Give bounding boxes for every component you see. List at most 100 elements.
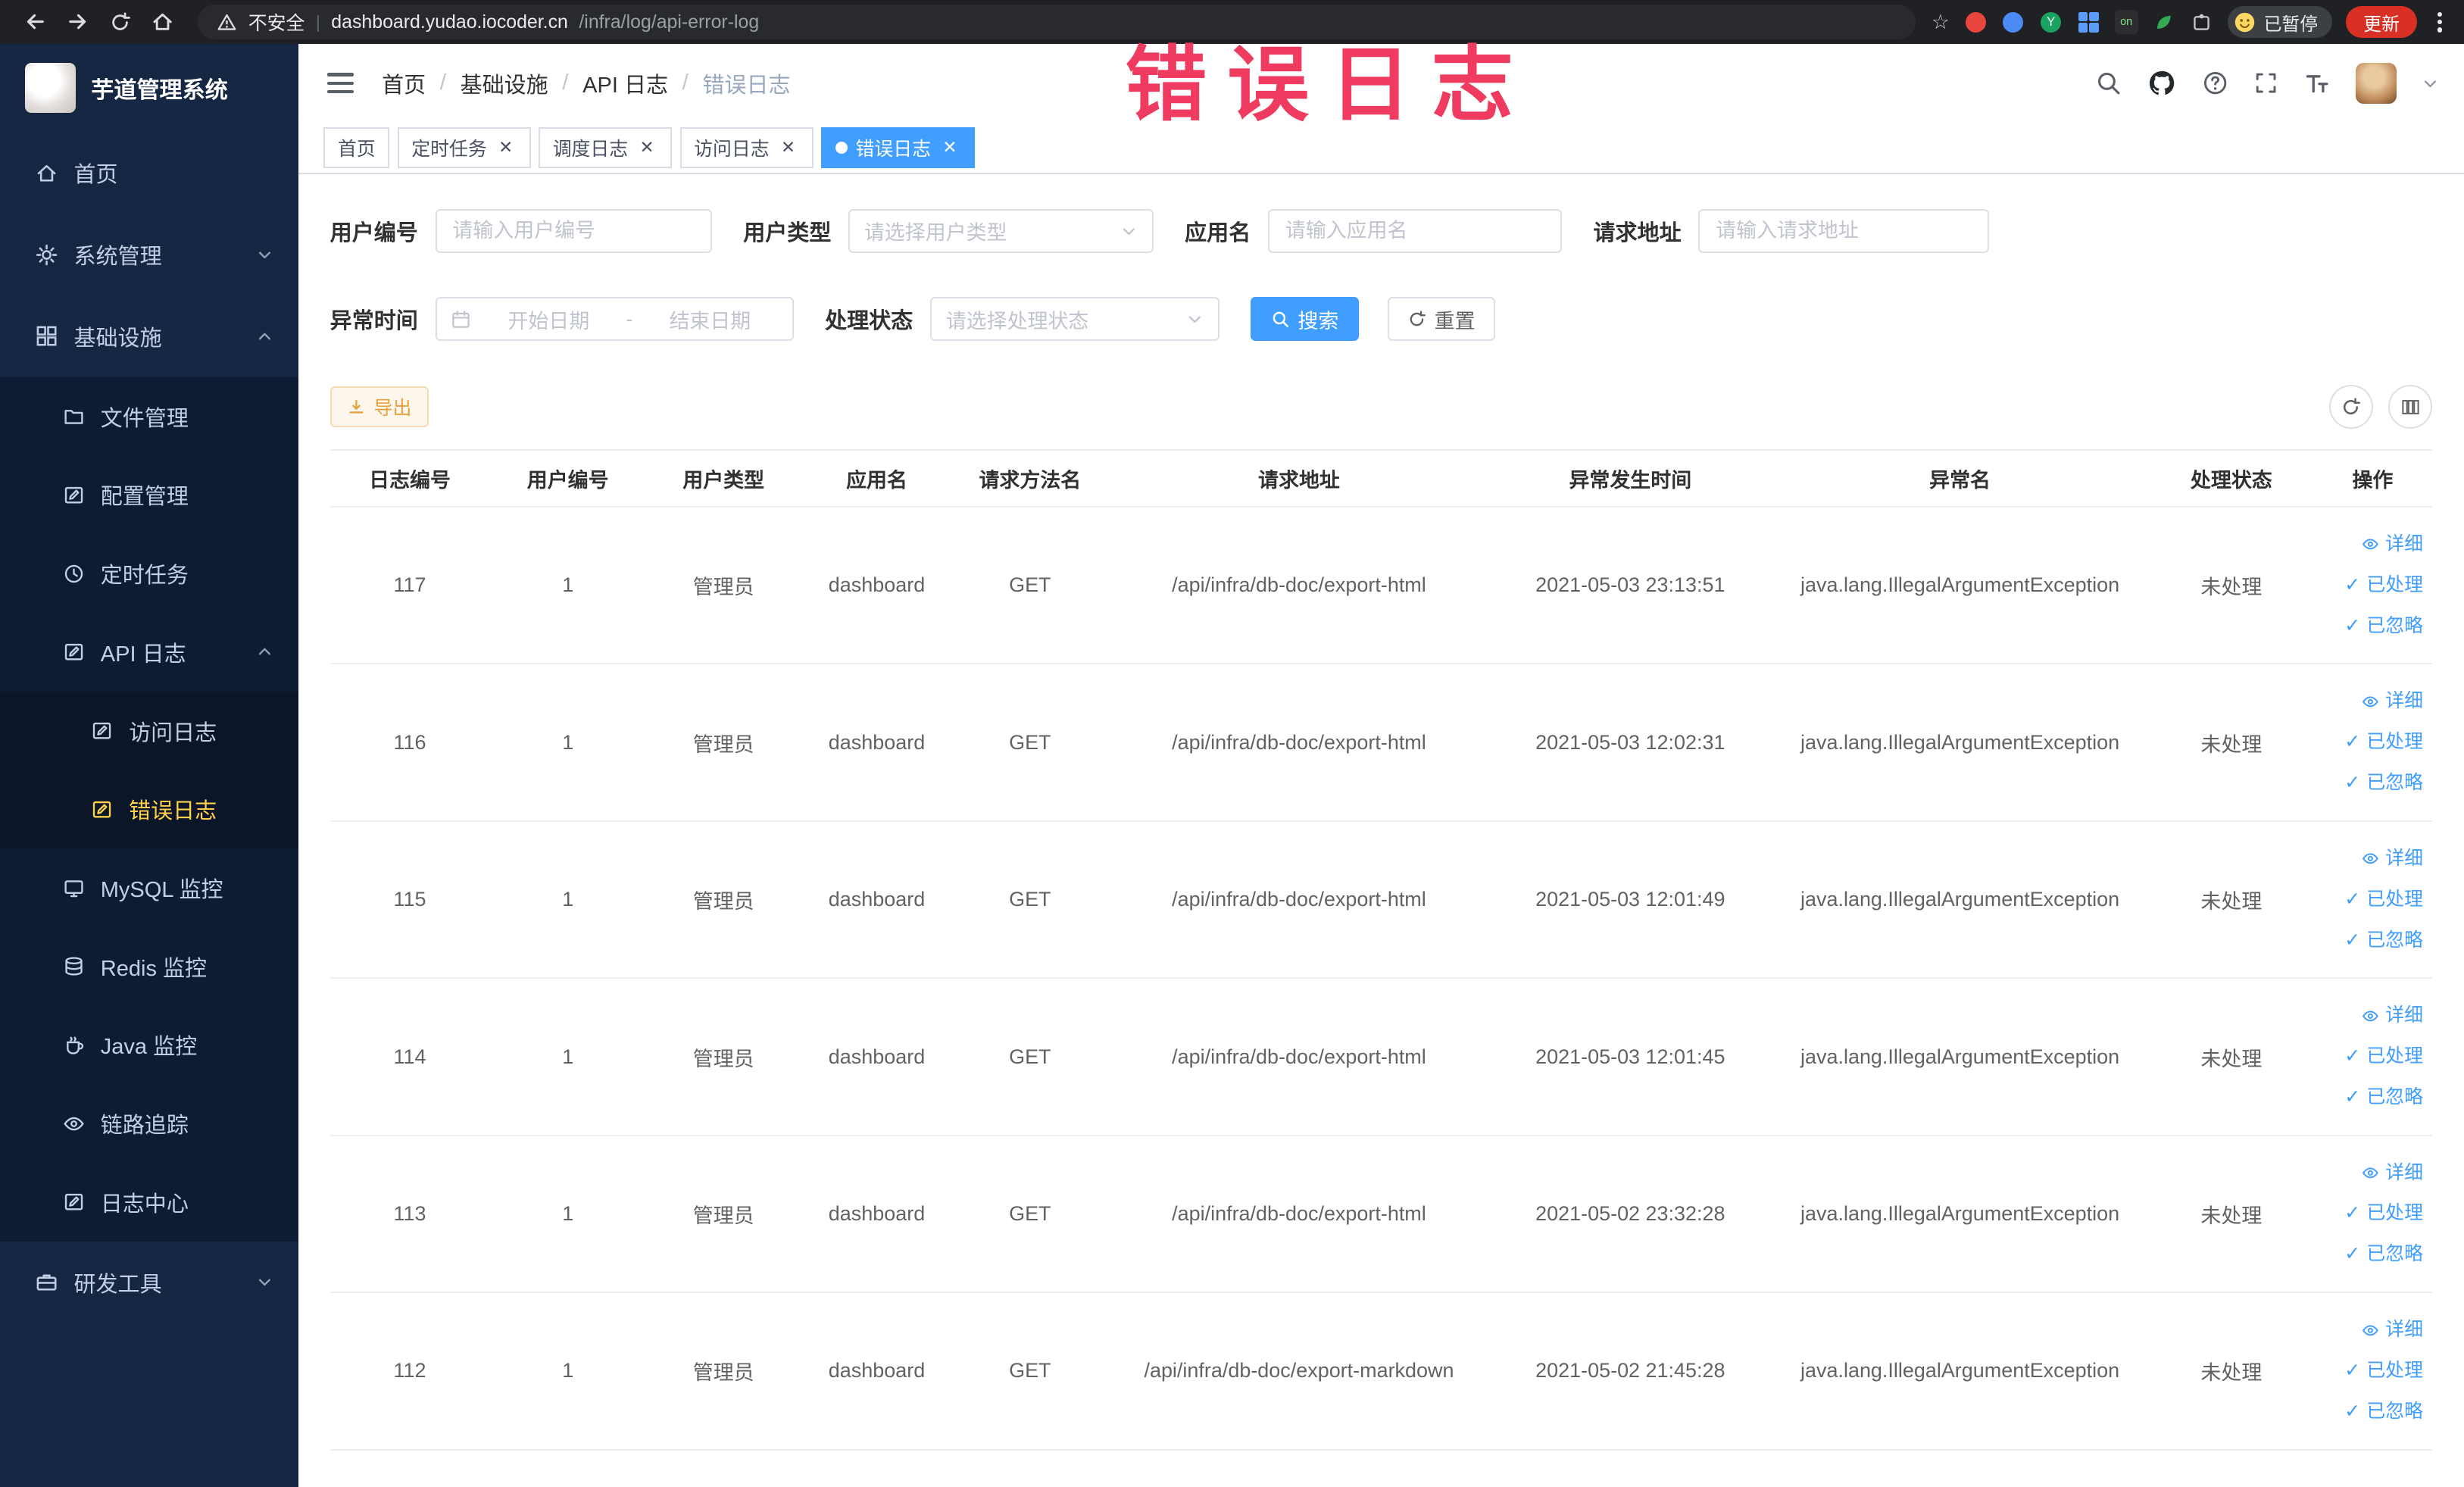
column-header: 日志编号 [329, 449, 490, 508]
chevron-up-icon [256, 643, 273, 661]
user-id-input[interactable] [435, 208, 712, 253]
eye-icon [2363, 853, 2379, 864]
detail-link[interactable]: 详细 [2313, 681, 2423, 722]
user-type-select[interactable]: 请选择用户类型 [848, 208, 1154, 253]
tab-access-log[interactable]: 访问日志 ✕ [679, 127, 814, 168]
request-url-input[interactable] [1698, 208, 1990, 253]
browser-home-icon[interactable] [143, 3, 183, 41]
breadcrumb-api-log[interactable]: API 日志 [582, 67, 668, 99]
mark-ignored-link[interactable]: ✓ 已忽略 [2313, 1077, 2423, 1118]
mark-processed-link[interactable]: ✓ 已处理 [2313, 1036, 2423, 1077]
tab-schedule-log[interactable]: 调度日志 ✕ [539, 127, 673, 168]
logo[interactable]: 芋道管理系统 [0, 44, 298, 132]
sidebar-item-redis-monitor[interactable]: Redis 监控 [0, 926, 299, 1006]
tab-home[interactable]: 首页 [323, 127, 390, 168]
detail-link[interactable]: 详细 [2313, 1153, 2423, 1194]
sidebar-item-link-tracing[interactable]: 链路追踪 [0, 1084, 299, 1164]
table-header-row: 日志编号 用户编号 用户类型 应用名 请求方法名 请求地址 异常发生时间 异常名… [329, 449, 2433, 508]
avatar-caret-icon[interactable] [2422, 75, 2439, 92]
mark-processed-link[interactable]: ✓ 已处理 [2313, 722, 2423, 763]
mark-processed-link[interactable]: ✓ 已处理 [2313, 1351, 2423, 1392]
extensions-puzzle-icon[interactable] [2190, 10, 2213, 33]
sidebar-item-log-center[interactable]: 日志中心 [0, 1163, 299, 1242]
search-button[interactable]: 搜索 [1251, 297, 1360, 342]
mark-processed-link[interactable]: ✓ 已处理 [2313, 565, 2423, 606]
database-icon [63, 955, 85, 977]
sidebar-item-access-log[interactable]: 访问日志 [0, 691, 299, 770]
browser-chrome: 不安全 | dashboard.yudao.iocoder.cn/infra/l… [0, 0, 2464, 45]
browser-back-icon[interactable] [16, 3, 55, 41]
error-log-table: 日志编号 用户编号 用户类型 应用名 请求方法名 请求地址 异常发生时间 异常名… [329, 449, 2433, 1451]
sidebar-item-scheduled-tasks[interactable]: 定时任务 [0, 534, 299, 614]
browser-update-button[interactable]: 更新 [2346, 6, 2417, 38]
export-button[interactable]: 导出 [329, 386, 429, 428]
address-bar[interactable]: 不安全 | dashboard.yudao.iocoder.cn/infra/l… [198, 5, 1916, 39]
mark-ignored-link[interactable]: ✓ 已忽略 [2313, 920, 2423, 961]
eye-icon [2363, 1167, 2379, 1179]
extension-red-icon[interactable] [1964, 10, 1988, 33]
browser-reload-icon[interactable] [101, 3, 140, 41]
profile-paused-chip[interactable]: 已暂停 [2227, 6, 2332, 38]
reset-button[interactable]: 重置 [1387, 297, 1496, 342]
breadcrumb: 首页 / 基础设施 / API 日志 / 错误日志 [382, 67, 790, 99]
extension-green-icon[interactable]: Y [2039, 10, 2063, 33]
hamburger-icon[interactable] [323, 67, 357, 100]
fullscreen-icon[interactable] [2253, 70, 2278, 95]
close-icon[interactable]: ✕ [938, 137, 960, 159]
column-settings-button[interactable] [2388, 385, 2433, 430]
sidebar-item-infrastructure[interactable]: 基础设施 [0, 295, 298, 377]
sidebar-item-error-log[interactable]: 错误日志 [0, 770, 299, 849]
sidebar-item-label: Redis 监控 [100, 956, 208, 981]
mark-processed-link[interactable]: ✓ 已处理 [2313, 1193, 2423, 1234]
table-row: 115 1 管理员 dashboard GET /api/infra/db-do… [329, 820, 2433, 979]
detail-link[interactable]: 详细 [2313, 839, 2423, 879]
process-status-select[interactable]: 请选择处理状态 [930, 297, 1220, 342]
extension-on-icon[interactable]: on [2114, 10, 2138, 34]
browser-menu-icon[interactable] [2431, 11, 2448, 33]
top-navbar: 首页 / 基础设施 / API 日志 / 错误日志 [298, 44, 2464, 123]
column-header: 操作 [2313, 449, 2433, 508]
detail-link[interactable]: 详细 [2313, 524, 2423, 565]
extension-leaf-icon[interactable] [2152, 10, 2175, 33]
app-name-input[interactable] [1268, 208, 1562, 253]
sidebar-item-api-log[interactable]: API 日志 [0, 613, 299, 692]
sidebar-item-config-management[interactable]: 配置管理 [0, 455, 299, 535]
mark-ignored-link[interactable]: ✓ 已忽略 [2313, 1392, 2423, 1432]
extension-grid-icon[interactable] [2077, 10, 2100, 33]
breadcrumb-infrastructure[interactable]: 基础设施 [461, 67, 548, 99]
sidebar-item-system[interactable]: 系统管理 [0, 214, 298, 295]
sidebar-item-java-monitor[interactable]: Java 监控 [0, 1005, 299, 1085]
check-icon: ✓ [2344, 573, 2361, 595]
close-icon[interactable]: ✕ [777, 137, 799, 159]
eye-icon [2363, 1324, 2379, 1335]
close-icon[interactable]: ✕ [636, 137, 658, 159]
tab-scheduled-tasks[interactable]: 定时任务 ✕ [397, 127, 531, 168]
logo-image [25, 62, 76, 114]
search-icon[interactable] [2095, 70, 2122, 96]
breadcrumb-home[interactable]: 首页 [382, 67, 426, 99]
browser-forward-icon[interactable] [58, 3, 98, 41]
sidebar-item-dev-tools[interactable]: 研发工具 [0, 1242, 298, 1323]
github-icon[interactable] [2147, 68, 2176, 98]
extension-blue-icon[interactable] [2001, 10, 2025, 33]
tab-error-log[interactable]: 错误日志 ✕ [820, 127, 975, 168]
detail-link[interactable]: 详细 [2313, 1310, 2423, 1351]
refresh-button[interactable] [2328, 385, 2373, 430]
close-icon[interactable]: ✕ [495, 137, 517, 159]
sidebar-item-file-management[interactable]: 文件管理 [0, 376, 299, 456]
font-size-icon[interactable] [2303, 70, 2330, 96]
column-header: 用户编号 [489, 449, 646, 508]
filter-user-type: 用户类型 请选择用户类型 [743, 208, 1154, 253]
mark-ignored-link[interactable]: ✓ 已忽略 [2313, 606, 2423, 647]
home-icon [35, 161, 58, 185]
help-icon[interactable] [2202, 70, 2228, 96]
mark-ignored-link[interactable]: ✓ 已忽略 [2313, 763, 2423, 804]
detail-link[interactable]: 详细 [2313, 995, 2423, 1036]
sidebar-item-home[interactable]: 首页 [0, 132, 298, 214]
mark-ignored-link[interactable]: ✓ 已忽略 [2313, 1234, 2423, 1275]
mark-processed-link[interactable]: ✓ 已处理 [2313, 879, 2423, 920]
bookmark-star-icon[interactable]: ☆ [1932, 11, 1950, 34]
date-range-picker[interactable]: 开始日期 - 结束日期 [435, 297, 794, 342]
user-avatar[interactable] [2355, 62, 2397, 104]
sidebar-item-mysql-monitor[interactable]: MySQL 监控 [0, 848, 299, 927]
